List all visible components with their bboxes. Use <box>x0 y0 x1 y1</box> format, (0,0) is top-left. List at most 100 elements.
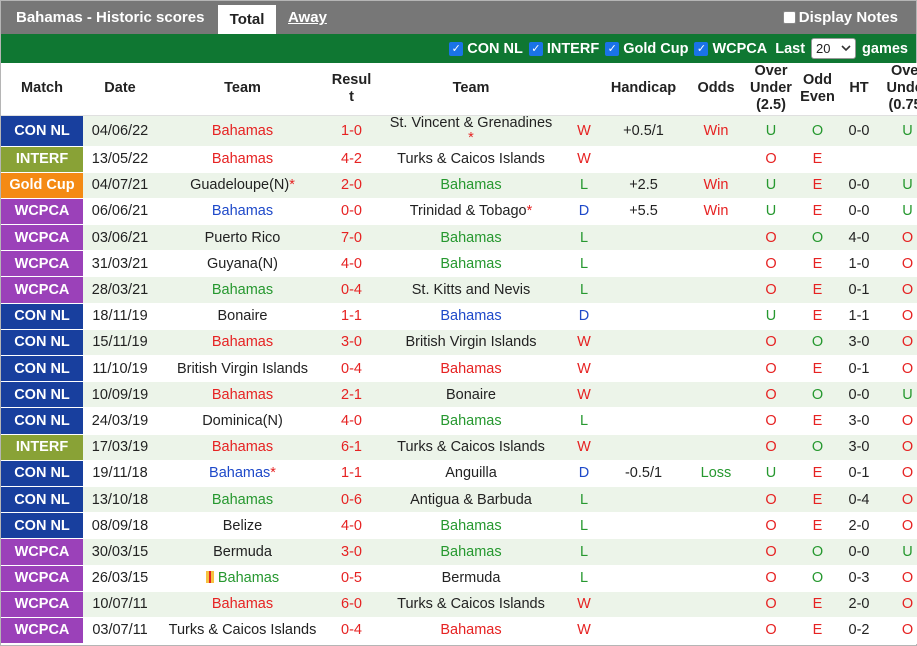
home-team[interactable]: Turks & Caicos Islands <box>157 617 328 645</box>
score[interactable]: 0-0 <box>328 198 375 226</box>
away-team[interactable]: Bahamas <box>375 617 567 645</box>
away-team[interactable]: Bahamas <box>375 355 567 383</box>
col-match[interactable]: Match <box>1 63 83 116</box>
match-badge[interactable]: CON NL <box>1 355 83 383</box>
away-team[interactable]: Bahamas <box>375 303 567 330</box>
match-badge[interactable]: WCPCA <box>1 538 83 566</box>
match-badge[interactable]: INTERF <box>1 434 83 461</box>
away-team[interactable]: Bahamas <box>375 512 567 540</box>
score[interactable]: 2-1 <box>328 381 375 409</box>
table-row[interactable]: CON NL 15/11/19 Bahamas 3-0 British Virgin I… <box>1 329 917 357</box>
col-handicap[interactable]: Handicap <box>601 63 686 116</box>
col-result[interactable]: Resul t <box>328 63 375 116</box>
checkbox-checked-icon[interactable]: ✓ <box>449 41 464 56</box>
home-team[interactable]: Bahamas <box>157 565 328 592</box>
away-team[interactable]: British Virgin Islands <box>375 329 567 357</box>
match-badge[interactable]: WCPCA <box>1 198 83 226</box>
away-team[interactable]: Bahamas <box>375 250 567 278</box>
table-row[interactable]: CON NL 11/10/19 British Virgin Islands 0-4 B… <box>1 355 917 383</box>
score[interactable]: 1-1 <box>328 303 375 330</box>
score[interactable]: 3-0 <box>328 329 375 357</box>
display-notes-checkbox[interactable] <box>782 11 796 24</box>
away-team[interactable]: Bahamas <box>375 172 567 199</box>
checkbox-checked-icon[interactable]: ✓ <box>605 41 620 56</box>
match-badge[interactable]: WCPCA <box>1 617 83 645</box>
home-team[interactable]: Bermuda <box>157 538 328 566</box>
away-team[interactable]: Anguilla <box>375 460 567 487</box>
table-row[interactable]: CON NL 13/10/18 Bahamas 0-6 Antigua & Barbud… <box>1 486 917 514</box>
home-team[interactable]: Puerto Rico <box>157 224 328 252</box>
score[interactable]: 7-0 <box>328 224 375 252</box>
match-badge[interactable]: CON NL <box>1 303 83 330</box>
home-team[interactable]: Bahamas <box>157 591 328 618</box>
match-badge[interactable]: CON NL <box>1 460 83 487</box>
home-team[interactable]: Guyana(N) <box>157 250 328 278</box>
table-row[interactable]: WCPCA 06/06/21 Bahamas 0-0 Trinidad & Tobago… <box>1 198 917 226</box>
score[interactable]: 6-1 <box>328 434 375 461</box>
score[interactable]: 4-0 <box>328 407 375 435</box>
match-badge[interactable]: CON NL <box>1 381 83 409</box>
table-row[interactable]: WCPCA 03/07/11 Turks & Caicos Islands 0-4 Ba… <box>1 617 917 645</box>
match-badge[interactable]: WCPCA <box>1 591 83 618</box>
match-badge[interactable]: WCPCA <box>1 276 83 304</box>
col-over-under-075[interactable]: OverUnder(0.75) <box>879 63 917 116</box>
away-team[interactable]: Bahamas <box>375 224 567 252</box>
table-row[interactable]: CON NL 04/06/22 Bahamas 1-0 St. Vincent & Gr… <box>1 115 917 147</box>
filter-wcpca[interactable]: ✓ WCPCA <box>694 41 767 57</box>
home-team[interactable]: Dominica(N) <box>157 407 328 435</box>
match-badge[interactable]: CON NL <box>1 512 83 540</box>
table-row[interactable]: WCPCA 31/03/21 Guyana(N) 4-0 Bahamas L O E 1-0 O <box>1 250 917 278</box>
table-row[interactable]: CON NL 24/03/19 Dominica(N) 4-0 Bahamas L O E 3-… <box>1 407 917 435</box>
away-team[interactable]: Bonaire <box>375 381 567 409</box>
display-notes-toggle[interactable]: Display Notes <box>782 9 898 26</box>
away-team[interactable]: Bahamas <box>375 407 567 435</box>
home-team[interactable]: Bahamas <box>157 198 328 226</box>
table-row[interactable]: WCPCA 28/03/21 Bahamas 0-4 St. Kitts and Nev… <box>1 276 917 304</box>
match-badge[interactable]: CON NL <box>1 329 83 357</box>
away-team[interactable]: St. Vincent & Grenadines * <box>375 115 567 147</box>
col-odd-even[interactable]: Odd Even <box>796 63 839 116</box>
home-team[interactable]: Bahamas <box>157 486 328 514</box>
home-team[interactable]: Bahamas <box>157 381 328 409</box>
filter-con-nl[interactable]: ✓ CON NL <box>449 41 523 57</box>
col-ht[interactable]: HT <box>839 63 879 116</box>
table-row[interactable]: CON NL 10/09/19 Bahamas 2-1 Bonaire W O O 0-0 U <box>1 381 917 409</box>
table-row[interactable]: WCPCA 03/06/21 Puerto Rico 7-0 Bahamas L O O 4-0… <box>1 224 917 252</box>
home-team[interactable]: Belize <box>157 512 328 540</box>
home-team[interactable]: Bahamas <box>157 329 328 357</box>
col-over-under[interactable]: Over Under (2.5) <box>746 63 796 116</box>
checkbox-checked-icon[interactable]: ✓ <box>694 41 709 56</box>
col-team[interactable]: Team <box>157 63 328 116</box>
col-date[interactable]: Date <box>83 63 157 116</box>
table-row[interactable]: INTERF 13/05/22 Bahamas 4-2 Turks & Caicos I… <box>1 146 917 173</box>
home-team[interactable]: Bahamas <box>157 146 328 173</box>
away-team[interactable]: Bermuda <box>375 565 567 592</box>
away-team[interactable]: Turks & Caicos Islands <box>375 146 567 173</box>
away-team[interactable]: St. Kitts and Nevis <box>375 276 567 304</box>
score[interactable]: 0-5 <box>328 565 375 592</box>
table-row[interactable]: CON NL 19/11/18 Bahamas* 1-1 Anguilla D -0.5/1… <box>1 460 917 487</box>
col-team2[interactable]: Team <box>375 63 567 116</box>
score[interactable]: 1-0 <box>328 115 375 147</box>
match-badge[interactable]: CON NL <box>1 407 83 435</box>
match-badge[interactable]: WCPCA <box>1 250 83 278</box>
home-team[interactable]: Bahamas <box>157 276 328 304</box>
score[interactable]: 4-2 <box>328 146 375 173</box>
table-row[interactable]: WCPCA 30/03/15 Bermuda 3-0 Bahamas L O O 0-0 U <box>1 538 917 566</box>
filter-gold-cup[interactable]: ✓ Gold Cup <box>605 41 688 57</box>
away-team[interactable]: Turks & Caicos Islands <box>375 434 567 461</box>
score[interactable]: 3-0 <box>328 538 375 566</box>
table-row[interactable]: CON NL 18/11/19 Bonaire 1-1 Bahamas D U E 1-1 O <box>1 303 917 330</box>
tab-away[interactable]: Away <box>288 9 327 26</box>
home-team[interactable]: Bahamas* <box>157 460 328 487</box>
score[interactable]: 0-4 <box>328 355 375 383</box>
score[interactable]: 1-1 <box>328 460 375 487</box>
score[interactable]: 2-0 <box>328 172 375 199</box>
match-badge[interactable]: CON NL <box>1 115 83 147</box>
score[interactable]: 0-4 <box>328 617 375 645</box>
score[interactable]: 4-0 <box>328 250 375 278</box>
table-row[interactable]: CON NL 08/09/18 Belize 4-0 Bahamas L O E 2-0 O <box>1 512 917 540</box>
table-row[interactable]: WCPCA 10/07/11 Bahamas 6-0 Turks & Caicos Is… <box>1 591 917 618</box>
away-team[interactable]: Trinidad & Tobago* <box>375 198 567 226</box>
filter-interf[interactable]: ✓ INTERF <box>528 41 599 57</box>
